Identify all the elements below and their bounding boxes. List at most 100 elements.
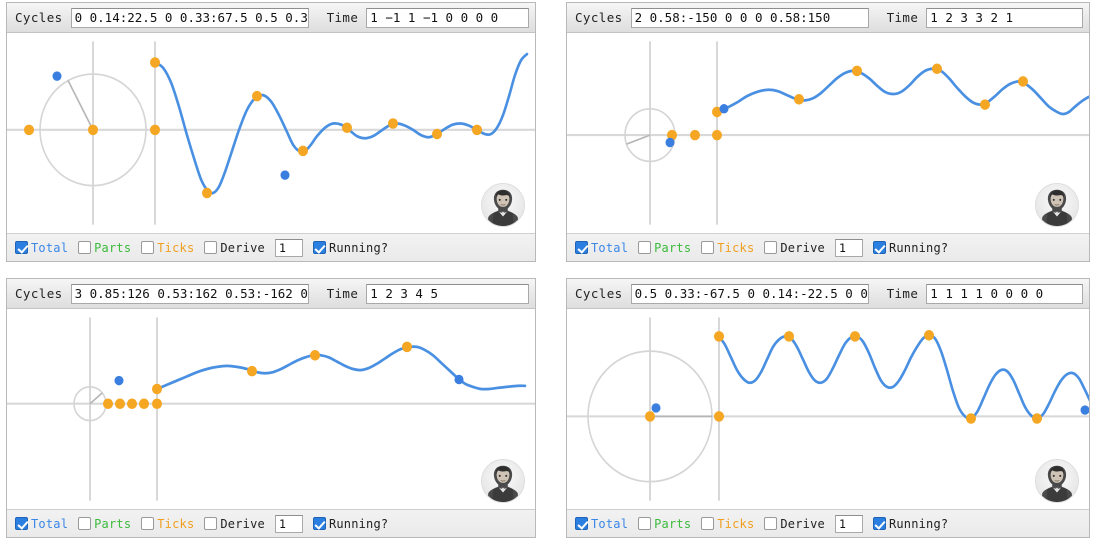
derive-order-input[interactable]: 1 [834,238,863,257]
controls-bar: Total Parts Ticks Derive 1 Running? [7,233,535,261]
total-label: Total [31,516,69,531]
fourier-portrait-avatar [481,459,525,503]
time-label: Time [326,286,359,301]
parts-label: Parts [654,516,692,531]
ticks-label: Ticks [717,516,755,531]
total-label: Total [591,516,629,531]
derive-label: Derive [780,240,825,255]
ticks-checkbox[interactable] [701,241,715,254]
controls-bar: Total Parts Ticks Derive 1 Running? [7,509,535,537]
cycles-input[interactable]: 3 0.85:126 0.53:162 0.53:-162 0.8 [70,283,309,304]
derive-checkbox-group[interactable]: Derive [204,241,265,255]
fourier-portrait-avatar [1035,183,1079,227]
cycles-label: Cycles [15,10,63,25]
time-input[interactable]: 1 1 1 1 0 0 0 0 [926,283,1083,304]
parts-label: Parts [94,240,132,255]
derive-label: Derive [220,516,265,531]
derive-checkbox-group[interactable]: Derive [764,241,825,255]
time-input[interactable]: 1 2 3 4 5 [366,283,529,304]
running-checkbox[interactable] [312,517,326,530]
parts-checkbox-group[interactable]: Parts [638,241,691,255]
controls-bar: Total Parts Ticks Derive 1 Running? [567,509,1089,537]
total-checkbox[interactable] [575,241,588,254]
total-checkbox-group[interactable]: Total [15,517,68,531]
total-checkbox-group[interactable]: Total [575,517,628,531]
derive-order-input[interactable]: 1 [274,238,303,257]
plot-area[interactable] [567,33,1089,233]
plot-area[interactable] [7,309,535,509]
ticks-checkbox[interactable] [701,517,715,530]
fourier-portrait-avatar [1035,459,1079,503]
running-checkbox-group[interactable]: Running? [872,517,948,531]
parts-checkbox-group[interactable]: Parts [78,517,131,531]
parts-checkbox-group[interactable]: Parts [638,517,691,531]
total-checkbox[interactable] [15,241,28,254]
cycles-label: Cycles [575,10,623,25]
controls-bar: Total Parts Ticks Derive 1 Running? [567,233,1089,261]
plot-area[interactable] [567,309,1089,509]
derive-checkbox-group[interactable]: Derive [204,517,265,531]
fourier-panel-1: Cycles 0 0.14:22.5 0 0.33:67.5 0.5 0.33:… [6,2,536,262]
total-checkbox-group[interactable]: Total [15,241,68,255]
running-label: Running? [328,516,389,531]
derive-checkbox[interactable] [204,517,218,530]
derive-label: Derive [780,516,825,531]
cycles-input[interactable]: 2 0.58:-150 0 0 0 0.58:150 [630,7,869,28]
time-input[interactable]: 1 2 3 3 2 1 [926,7,1083,28]
cycles-label: Cycles [15,286,63,301]
ticks-checkbox[interactable] [141,241,155,254]
fourier-panel-4: Cycles 0.5 0.33:-67.5 0 0.14:-22.5 0 0.1… [566,278,1090,538]
parts-checkbox[interactable] [78,517,92,530]
plot-svg [567,317,1089,501]
toolbar: Cycles 3 0.85:126 0.53:162 0.53:-162 0.8… [7,279,535,309]
ticks-checkbox-group[interactable]: Ticks [141,517,194,531]
running-checkbox[interactable] [312,241,326,254]
ticks-checkbox-group[interactable]: Ticks [701,517,754,531]
ticks-label: Ticks [157,240,195,255]
time-label: Time [886,286,919,301]
parts-checkbox-group[interactable]: Parts [78,241,131,255]
running-checkbox[interactable] [872,241,886,254]
parts-checkbox[interactable] [638,241,652,254]
running-label: Running? [888,240,949,255]
plot-svg [7,317,535,501]
toolbar: Cycles 0.5 0.33:-67.5 0 0.14:-22.5 0 0.1… [567,279,1089,309]
panels-grid: Cycles 0 0.14:22.5 0 0.33:67.5 0.5 0.33:… [0,0,1094,540]
total-checkbox[interactable] [15,517,28,530]
running-checkbox-group[interactable]: Running? [312,240,389,255]
toolbar: Cycles 0 0.14:22.5 0 0.33:67.5 0.5 0.33:… [7,3,535,33]
total-label: Total [591,240,629,255]
ticks-checkbox-group[interactable]: Ticks [701,241,754,255]
parts-label: Parts [94,516,132,531]
plot-area[interactable] [7,33,535,233]
derive-checkbox[interactable] [764,241,778,254]
parts-checkbox[interactable] [638,517,652,530]
fourier-panel-2: Cycles 2 0.58:-150 0 0 0 0.58:150 Time 1… [566,2,1090,262]
derive-order-input[interactable]: 1 [274,514,303,533]
ticks-label: Ticks [717,240,755,255]
cycles-input[interactable]: 0.5 0.33:-67.5 0 0.14:-22.5 0 0.14 [630,283,869,304]
derive-checkbox[interactable] [764,517,778,530]
total-checkbox[interactable] [575,517,588,530]
time-input[interactable]: 1 −1 1 −1 0 0 0 0 [366,7,529,28]
cycles-input[interactable]: 0 0.14:22.5 0 0.33:67.5 0.5 0.33:- [70,7,309,28]
running-checkbox-group[interactable]: Running? [312,516,389,531]
derive-checkbox-group[interactable]: Derive [764,517,825,531]
running-label: Running? [328,240,389,255]
ticks-checkbox-group[interactable]: Ticks [141,241,194,255]
derive-label: Derive [220,240,265,255]
derive-order-input[interactable]: 1 [834,514,863,533]
toolbar: Cycles 2 0.58:-150 0 0 0 0.58:150 Time 1… [567,3,1089,33]
fourier-portrait-avatar [481,183,525,227]
cycles-label: Cycles [575,286,623,301]
ticks-label: Ticks [157,516,195,531]
running-checkbox[interactable] [872,517,886,530]
fourier-panel-3: Cycles 3 0.85:126 0.53:162 0.53:-162 0.8… [6,278,536,538]
parts-checkbox[interactable] [78,241,92,254]
ticks-checkbox[interactable] [141,517,155,530]
total-checkbox-group[interactable]: Total [575,241,628,255]
running-checkbox-group[interactable]: Running? [872,240,949,255]
plot-svg [7,41,535,225]
derive-checkbox[interactable] [204,241,218,254]
total-label: Total [31,240,69,255]
